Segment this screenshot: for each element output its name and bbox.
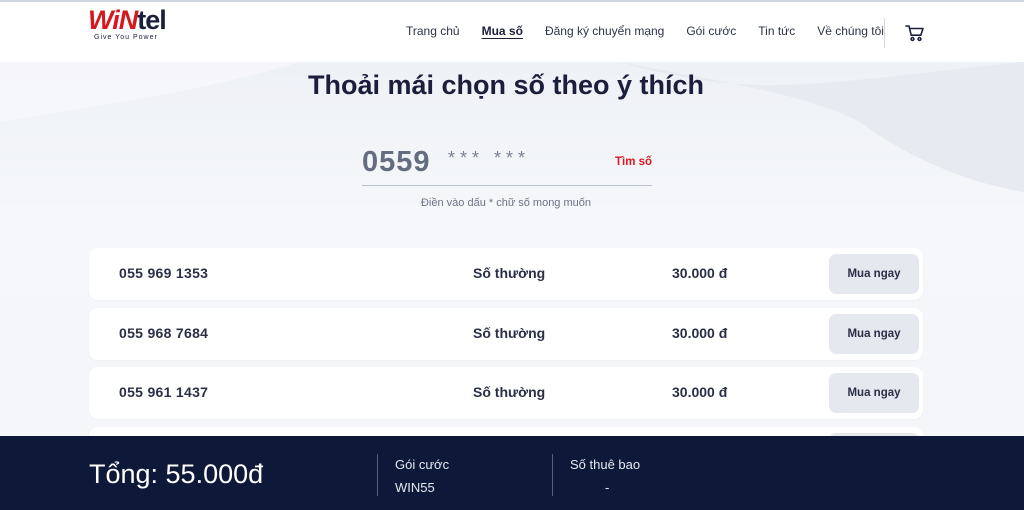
nav-item-home[interactable]: Trang chủ: [406, 24, 460, 38]
number-type: Số thường: [473, 265, 546, 281]
list-item: 055 968 7684 Số thường 30.000 đ Mua ngay: [89, 308, 923, 360]
number-prefix: 0559: [362, 146, 431, 178]
number-price: 30.000 đ: [672, 265, 728, 281]
plan-label: Gói cước: [395, 457, 450, 472]
subscriber-label: Số thuê bao: [570, 457, 641, 472]
nav-item-news[interactable]: Tin tức: [758, 24, 795, 38]
phone-number: 055 961 1437: [119, 384, 209, 400]
order-summary-bar: Tổng: 55.000đ Gói cước WIN55 Số thuê bao…: [0, 436, 1024, 510]
number-search: 0559 Tìm số: [362, 140, 652, 186]
page-title: Thoải mái chọn số theo ý thích: [307, 70, 705, 100]
summary-divider: [552, 454, 553, 496]
search-button[interactable]: Tìm số: [615, 156, 652, 168]
search-hint: Điền vào dấu * chữ số mong muốn: [420, 197, 592, 209]
buy-now-button[interactable]: Mua ngay: [829, 314, 919, 354]
list-item: 055 961 1437 Số thường 30.000 đ Mua ngay: [89, 367, 923, 419]
phone-number: 055 968 7684: [119, 325, 209, 341]
number-price: 30.000 đ: [672, 384, 728, 400]
list-item: 055 969 1353 Số thường 30.000 đ Mua ngay: [89, 248, 923, 300]
top-header: WiNtel Give You Power Trang chủ Mua số Đ…: [0, 0, 1024, 62]
buy-now-button[interactable]: Mua ngay: [829, 373, 919, 413]
number-price: 30.000 đ: [672, 325, 728, 341]
plan-value: WIN55: [395, 480, 435, 495]
nav-divider: [884, 18, 885, 48]
nav-item-about[interactable]: Về chúng tôi: [817, 24, 884, 38]
logo-tagline: Give You Power: [94, 34, 158, 41]
nav-item-switch-network[interactable]: Đăng ký chuyển mạng: [545, 24, 664, 38]
summary-divider: [377, 454, 378, 496]
number-type: Số thường: [473, 325, 546, 341]
subscriber-value: -: [605, 480, 610, 495]
order-total: Tổng: 55.000đ: [89, 459, 264, 489]
number-pattern-input[interactable]: [448, 148, 608, 169]
phone-number: 055 969 1353: [119, 265, 209, 281]
number-type: Số thường: [473, 384, 546, 400]
logo-text-tel: tel: [137, 5, 166, 35]
buy-now-button[interactable]: Mua ngay: [829, 254, 919, 294]
brand-logo[interactable]: WiNtel Give You Power: [88, 6, 188, 46]
nav-item-plans[interactable]: Gói cước: [686, 24, 736, 38]
logo-text-win: WiN: [88, 5, 138, 35]
main-nav: Trang chủ Mua số Đăng ký chuyển mạng Gói…: [406, 24, 906, 38]
cart-icon[interactable]: [905, 24, 925, 42]
nav-item-buy-number[interactable]: Mua số: [482, 24, 523, 38]
